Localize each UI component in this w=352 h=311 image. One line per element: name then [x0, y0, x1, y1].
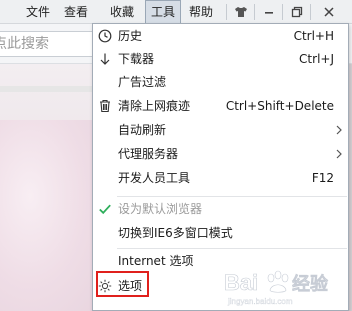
shortcut-label: Ctrl+Shift+Delete [225, 99, 334, 113]
menu-item-label: 切换到IE6多窗口模式 [118, 226, 233, 240]
menu-help[interactable]: 帮助 [183, 0, 219, 24]
check-icon [97, 201, 113, 217]
menu-view[interactable]: 查看 [58, 0, 94, 24]
menu-item-label: 设为默认浏览器 [118, 202, 203, 216]
shortcut-label: Ctrl+H [293, 29, 334, 43]
chevron-right-icon [334, 148, 344, 160]
menu-item-downloader[interactable]: 下载器 Ctrl+J [93, 48, 348, 71]
restore-icon[interactable] [286, 2, 308, 22]
menu-separator [117, 196, 347, 197]
menu-item-clear-history[interactable]: 清除上网痕迹 Ctrl+Shift+Delete [93, 95, 348, 118]
menu-item-label: 自动刷新 [118, 123, 167, 137]
menubar-divider [310, 4, 311, 20]
menu-item-developer-tools[interactable]: 开发人员工具 F12 [93, 167, 348, 190]
shortcut-label: Ctrl+J [299, 52, 334, 66]
svg-text:经验: 经验 [292, 273, 329, 295]
search-input[interactable]: 点此搜索 [0, 31, 96, 57]
menu-item-auto-refresh[interactable]: 自动刷新 [93, 119, 348, 142]
menu-item-label: Internet 选项 [118, 254, 194, 268]
menu-item-history[interactable]: 历史 Ctrl+H [93, 25, 348, 48]
menu-item-label: 代理服务器 [118, 147, 179, 161]
menu-favorites[interactable]: 收藏 [104, 0, 140, 24]
menu-item-label: 开发人员工具 [118, 171, 191, 185]
skin-icon[interactable] [230, 2, 252, 22]
clock-icon [97, 28, 113, 44]
menu-item-switch-ie6-mode[interactable]: 切换到IE6多窗口模式 [93, 222, 348, 245]
baidu-watermark-logo: Bai 经验 jingyan.baidu.com [222, 262, 348, 308]
svg-text:Bai: Bai [224, 270, 258, 295]
shortcut-label: F12 [311, 171, 334, 185]
search-placeholder: 点此搜索 [0, 36, 49, 52]
page-background-image [0, 120, 100, 311]
menu-item-proxy-server[interactable]: 代理服务器 [93, 143, 348, 166]
menubar-divider [254, 4, 255, 20]
highlight-annotation-box [96, 271, 149, 297]
menu-item-label: 广告过滤 [118, 75, 167, 89]
menu-item-label: 下载器 [118, 52, 155, 66]
download-arrow-icon [97, 51, 113, 67]
menu-bar: 文件 查看 收藏 工具 帮助 [0, 0, 352, 24]
trash-icon [97, 98, 113, 114]
menu-item-label: 清除上网痕迹 [118, 99, 191, 113]
minimize-icon[interactable] [258, 2, 280, 22]
menu-separator [117, 248, 347, 249]
menubar-divider [282, 4, 283, 20]
svg-text:jingyan.baidu.com: jingyan.baidu.com [227, 297, 293, 306]
menu-file[interactable]: 文件 [20, 0, 56, 24]
menu-item-ad-filter[interactable]: 广告过滤 [93, 71, 348, 94]
close-icon[interactable] [318, 2, 340, 22]
chevron-right-icon [334, 124, 344, 136]
menubar-divider [226, 4, 227, 20]
menu-item-label: 历史 [118, 29, 143, 43]
menu-item-set-default-browser: 设为默认浏览器 [93, 198, 348, 221]
menu-tools[interactable]: 工具 [145, 0, 181, 24]
